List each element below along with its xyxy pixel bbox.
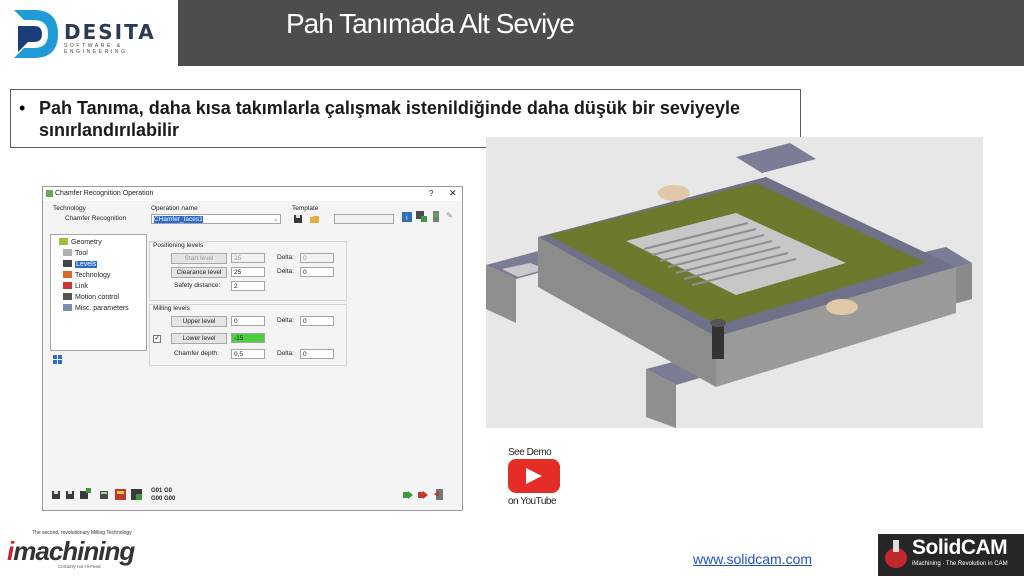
bullet-dot: •	[19, 98, 26, 118]
bullet-text: Pah Tanıma, daha kısa takımlarla çalışma…	[39, 98, 740, 140]
grid-icon[interactable]	[53, 355, 64, 365]
chamfer-delta-input[interactable]: 0	[300, 349, 334, 359]
dialog-title: Chamfer Recognition Operation	[55, 190, 154, 197]
chamfer-depth-label: Chamfer depth:	[174, 350, 219, 357]
cad-viewport	[486, 137, 983, 428]
geometry-icon	[59, 238, 68, 245]
save-icon[interactable]	[51, 490, 62, 500]
solidcam-url-link[interactable]: www.solidcam.com	[693, 551, 812, 567]
solidcam-tagline: iMachining · The Revolution in CAM	[912, 561, 1008, 567]
technology-label: Technology	[53, 205, 86, 212]
upper-delta-label: Delta:	[277, 317, 294, 324]
lower-level-checkbox[interactable]: ✓	[153, 335, 161, 343]
tree-item-geometry[interactable]: Geometry	[59, 238, 102, 246]
upper-level-input[interactable]: 0	[231, 316, 265, 326]
info-icon[interactable]: i	[402, 212, 413, 222]
start-delta-input[interactable]: 0	[300, 253, 334, 263]
settings-icon[interactable]: ✎	[446, 211, 457, 221]
chevron-down-icon[interactable]: ⌄	[273, 215, 278, 223]
technology-icon	[63, 271, 72, 278]
tree-item-technology[interactable]: Technology	[63, 271, 110, 279]
tree-item-motion-control[interactable]: Motion control	[63, 293, 119, 301]
technology-value: Chamfer Recognition	[65, 215, 127, 222]
template-label: Template	[292, 205, 319, 212]
parameters-tree: Geometry Tool Levels Technology Link Mot…	[50, 234, 147, 351]
chamfer-delta-label: Delta:	[277, 350, 294, 357]
folder-icon[interactable]	[309, 214, 320, 224]
youtube-play-button[interactable]	[508, 459, 560, 493]
tree-item-misc-parameters[interactable]: Misc. parameters	[63, 304, 129, 312]
imachining-logo: imachining	[7, 536, 135, 566]
tool-icon	[63, 249, 72, 256]
start-delta-label: Delta:	[277, 254, 294, 261]
play-icon	[526, 468, 542, 484]
positioning-levels-title: Positioning levels	[153, 242, 204, 249]
clearance-delta-input[interactable]: 0	[300, 267, 334, 277]
levels-icon	[63, 260, 72, 267]
calculate-icon[interactable]	[99, 490, 110, 500]
simulate-save-icon[interactable]	[131, 489, 142, 500]
close-button[interactable]: ✕	[449, 188, 457, 199]
safety-distance-input[interactable]: 2	[231, 281, 265, 291]
tree-item-levels[interactable]: Levels	[63, 260, 98, 268]
cad-part-image	[486, 137, 983, 428]
export-icon[interactable]	[431, 211, 442, 222]
exit-save-icon[interactable]	[418, 489, 429, 499]
save-copy-icon[interactable]	[65, 490, 76, 500]
logo-subtext: SOFTWARE & ENGINEERING	[64, 43, 128, 55]
solidcam-name: SolidCAM	[912, 536, 1008, 559]
chamfer-recognition-dialog: Chamfer Recognition Operation ? ✕ Techno…	[42, 186, 463, 511]
exit-no-save-icon[interactable]	[434, 489, 445, 500]
help-button[interactable]: ?	[429, 189, 433, 198]
see-demo-label: See Demo	[508, 447, 552, 458]
clearance-level-input[interactable]: 25	[231, 267, 265, 277]
logo-text: DESITA	[64, 20, 156, 44]
motion-control-icon	[63, 293, 72, 300]
lower-level-input[interactable]: -15	[231, 333, 265, 343]
upper-level-button[interactable]: Upper level	[171, 316, 227, 327]
template-input[interactable]	[334, 214, 394, 224]
operation-name-value: CHamfer_faces1	[154, 216, 203, 223]
on-youtube-label: on YouTube	[508, 496, 557, 507]
milling-levels-title: Milling levels	[153, 305, 190, 312]
preview-icon[interactable]	[416, 211, 427, 222]
link-icon	[63, 282, 72, 289]
save-icon[interactable]	[293, 214, 304, 224]
simulate-icon[interactable]	[115, 489, 126, 500]
gcode-bottom-label[interactable]: G00 G00	[151, 496, 175, 502]
clearance-delta-label: Delta:	[277, 268, 294, 275]
page-title: Pah Tanımada Alt Seviye	[286, 8, 575, 39]
operation-name-input[interactable]: CHamfer_faces1	[151, 214, 281, 224]
lower-level-button[interactable]: Lower level	[171, 333, 227, 344]
start-level-button[interactable]: Start level	[171, 253, 227, 264]
start-level-input[interactable]: 25	[231, 253, 265, 263]
tree-item-tool[interactable]: Tool	[63, 249, 88, 257]
save-calculate-icon[interactable]	[79, 488, 91, 499]
operation-name-label: Operation name	[151, 205, 198, 212]
misc-icon	[63, 304, 72, 311]
solidcam-emblem-icon	[885, 540, 907, 568]
chamfer-depth-input[interactable]: 0,5	[231, 349, 265, 359]
desita-d-icon	[14, 10, 58, 58]
app-icon	[46, 190, 53, 197]
tree-item-link[interactable]: Link	[63, 282, 88, 290]
exit-icon[interactable]	[403, 489, 414, 499]
dialog-titlebar: Chamfer Recognition Operation ? ✕	[43, 187, 462, 201]
upper-delta-input[interactable]: 0	[300, 316, 334, 326]
clearance-level-button[interactable]: Clearance level	[171, 267, 227, 278]
safety-distance-label: Safety distance:	[174, 282, 221, 289]
gcode-top-label[interactable]: G01 G0	[151, 488, 172, 494]
imachining-subtext: Certainly not Hi-Feed	[58, 564, 101, 569]
desita-logo: DESITA SOFTWARE & ENGINEERING	[0, 0, 178, 66]
